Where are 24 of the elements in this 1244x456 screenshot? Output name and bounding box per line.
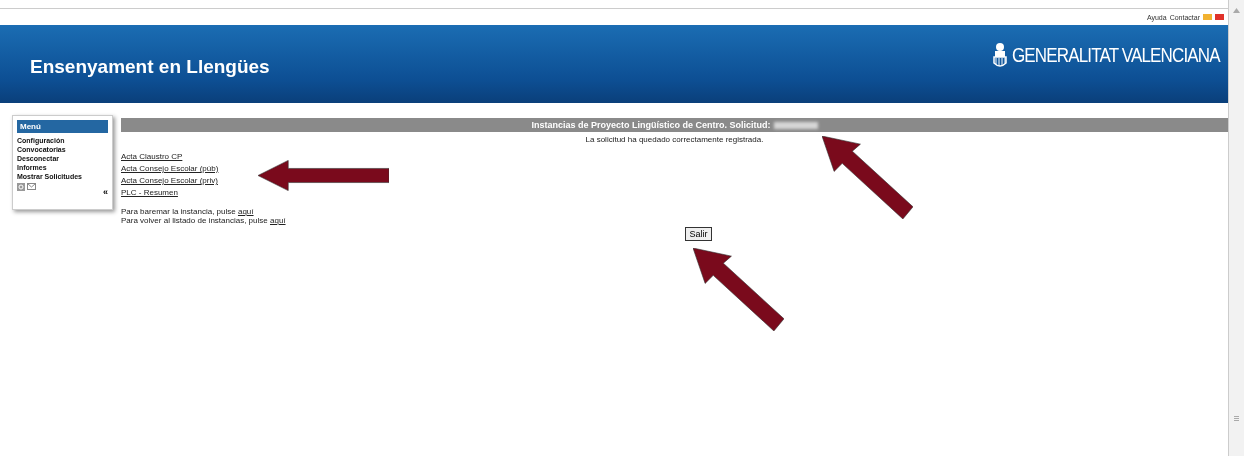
logo-text: GENERALITAT VALENCIANA: [1011, 43, 1220, 67]
collapse-toggle[interactable]: «: [103, 187, 108, 197]
grip-icon[interactable]: [1234, 416, 1239, 421]
mail-icon[interactable]: [27, 183, 36, 190]
here-link[interactable]: aquí: [237, 207, 254, 216]
site-title: Ensenyament en Llengües: [30, 55, 270, 78]
page-title: Instancias de Proyecto Lingüístico de Centro. Solicitud:: [531, 120, 771, 130]
here-link[interactable]: aquí: [270, 216, 286, 225]
document-link[interactable]: Acta Claustro CP: [121, 151, 183, 163]
coat-of-arms-icon: [990, 42, 1009, 68]
arrow-icon: [822, 136, 913, 219]
scroll-up-icon[interactable]: [1233, 8, 1240, 13]
scrollbar[interactable]: [1228, 0, 1244, 456]
arrow-icon: [258, 160, 389, 191]
document-link[interactable]: PLC - Resumen: [121, 187, 178, 199]
exit-button[interactable]: Salir: [685, 227, 712, 241]
search-icon[interactable]: [17, 183, 25, 191]
instruction-text: Para baremar la instancia, pulse aquí: [121, 207, 254, 216]
document-link[interactable]: Acta Consejo Escolar (priv): [121, 175, 218, 187]
menu-title: Menú: [17, 120, 108, 133]
success-message: La solicitud ha quedado correctamente registrada.: [584, 135, 765, 144]
arrow-icon: [693, 248, 784, 331]
instruction-text: Para volver al listado de instancias, pulse aquí: [121, 216, 286, 225]
document-link[interactable]: Acta Consejo Escolar (púb): [121, 163, 219, 175]
